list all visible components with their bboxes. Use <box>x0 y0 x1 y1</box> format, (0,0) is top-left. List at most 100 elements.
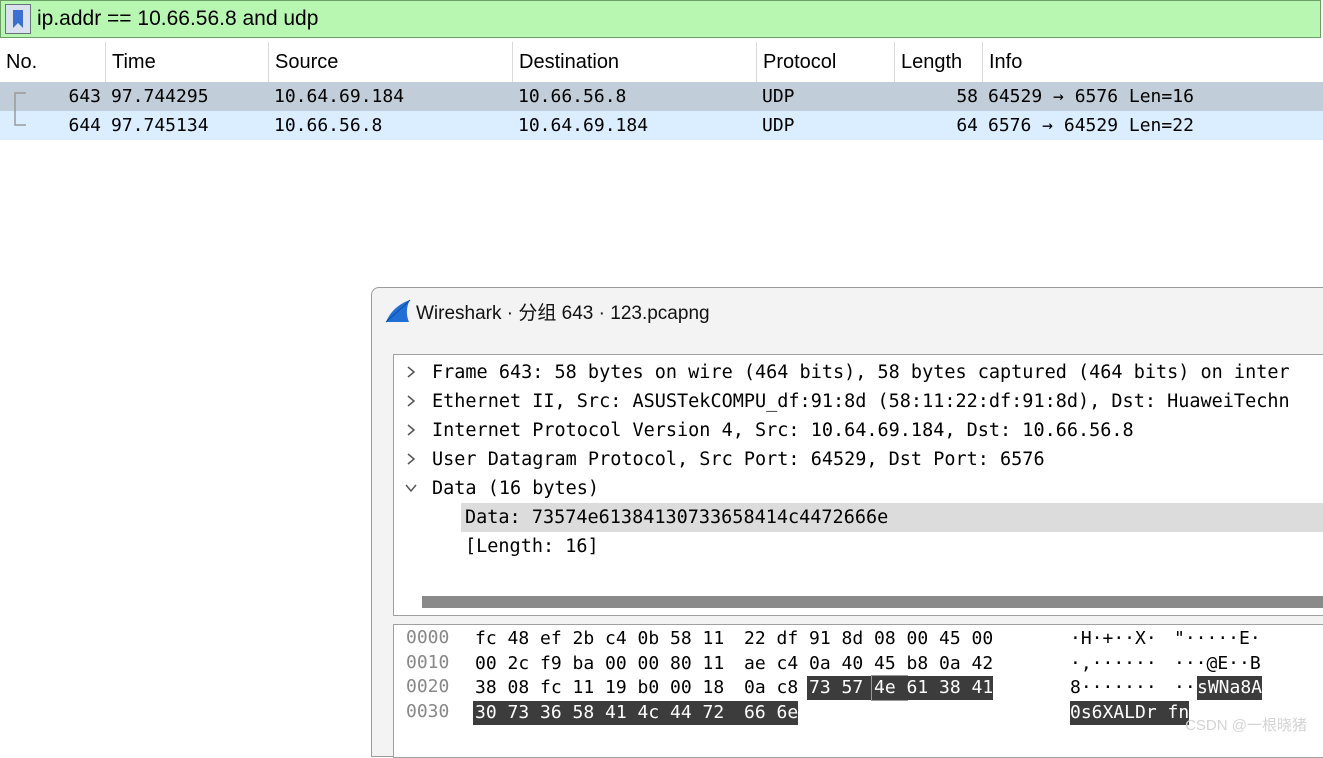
chevron-right-icon[interactable] <box>404 365 418 379</box>
hex-ascii[interactable]: "·····E· <box>1174 627 1261 651</box>
column-header-no[interactable]: No. <box>0 42 106 82</box>
hex-byte[interactable]: 73 <box>807 676 842 700</box>
hex-byte[interactable]: 66 <box>742 700 777 725</box>
watermark: CSDN @一根晓猪 <box>1185 717 1307 734</box>
packet-info: 64529 → 6576 Len=16 <box>988 86 1194 107</box>
hex-byte[interactable]: fc <box>475 627 497 651</box>
filter-input-text[interactable]: ip.addr == 10.66.56.8 and udp <box>37 7 318 31</box>
packet-time: 97.744295 <box>111 86 209 107</box>
tree-item-length[interactable]: [Length: 16] <box>394 532 1323 561</box>
column-header-source[interactable]: Source <box>269 42 513 82</box>
chevron-down-icon[interactable] <box>404 481 418 495</box>
column-header-time[interactable]: Time <box>106 42 269 82</box>
hex-byte[interactable]: 38 <box>475 676 497 700</box>
hex-byte[interactable]: 11 <box>703 627 725 651</box>
hex-byte[interactable]: b8 <box>907 652 929 676</box>
hex-byte[interactable]: 45 <box>874 652 896 676</box>
column-header-protocol[interactable]: Protocol <box>757 42 895 82</box>
hex-byte[interactable]: 0a <box>939 652 961 676</box>
tree-item-frame[interactable]: Frame 643: 58 bytes on wire (464 bits), … <box>394 358 1323 387</box>
hex-byte[interactable]: c4 <box>605 627 627 651</box>
hex-byte[interactable]: ae <box>744 652 766 676</box>
hex-ascii[interactable]: 8······· <box>1070 676 1157 700</box>
hex-dump-pane[interactable]: 0000 fc 48 ef 2b c4 0b 58 11 22 df 91 8d 08 00 45 00 ·H·+… <box>393 624 1323 758</box>
column-header-info[interactable]: Info <box>983 42 1323 82</box>
hex-byte[interactable]: 42 <box>972 652 994 676</box>
hex-ascii[interactable]: ·,······ <box>1070 652 1157 676</box>
hex-offset: 0020 <box>406 676 450 697</box>
hex-byte[interactable]: 08 <box>874 627 896 651</box>
hex-byte[interactable]: 11 <box>703 652 725 676</box>
hex-row: 0020 38 08 fc 11 19 b0 00 18 0a c8 73 57 4e 61 38 41 8···… <box>394 675 1323 701</box>
hex-byte[interactable]: c4 <box>777 652 799 676</box>
hex-byte[interactable]: 0b <box>638 627 660 651</box>
hex-byte[interactable]: 00 <box>670 676 692 700</box>
hex-byte[interactable]: 36 <box>538 700 573 725</box>
hex-byte[interactable]: 00 <box>638 652 660 676</box>
display-filter-bar[interactable]: ip.addr == 10.66.56.8 and udp <box>0 0 1321 38</box>
hex-byte[interactable]: c8 <box>777 676 799 700</box>
hex-byte[interactable]: 4e <box>871 675 908 701</box>
hex-byte[interactable]: df <box>777 627 799 651</box>
hex-byte[interactable]: 73 <box>505 700 540 725</box>
hex-byte[interactable]: f9 <box>540 652 562 676</box>
hex-byte[interactable]: 0a <box>809 652 831 676</box>
tree-item-data[interactable]: Data (16 bytes) <box>394 474 1323 503</box>
packet-row-643[interactable]: 643 97.744295 10.64.69.184 10.66.56.8 UD… <box>0 82 1323 112</box>
hex-byte[interactable]: 18 <box>703 676 725 700</box>
tree-item-label: Ethernet II, Src: ASUSTekCOMPU_df:91:8d … <box>432 391 1290 412</box>
chevron-right-icon[interactable] <box>404 423 418 437</box>
hex-byte[interactable]: 61 <box>904 676 939 700</box>
hex-byte[interactable]: 57 <box>839 676 874 700</box>
hex-byte[interactable]: 2c <box>508 652 530 676</box>
hex-byte[interactable]: 40 <box>842 652 864 676</box>
hex-byte[interactable]: 58 <box>670 627 692 651</box>
hex-byte[interactable]: 91 <box>809 627 831 651</box>
hex-byte[interactable]: 00 <box>972 627 994 651</box>
hex-byte[interactable]: ef <box>540 627 562 651</box>
hex-byte[interactable]: 2b <box>573 627 595 651</box>
hex-byte[interactable]: 41 <box>603 700 638 725</box>
hex-byte[interactable]: 22 <box>744 627 766 651</box>
column-header-length[interactable]: Length <box>895 42 983 82</box>
hex-byte[interactable]: 00 <box>605 652 627 676</box>
tree-item-ipv4[interactable]: Internet Protocol Version 4, Src: 10.64.… <box>394 416 1323 445</box>
hex-byte[interactable]: 8d <box>842 627 864 651</box>
hex-byte[interactable]: 30 <box>473 700 508 725</box>
hex-byte[interactable]: 38 <box>937 676 972 700</box>
hex-ascii-selected[interactable]: sWNa8A <box>1197 676 1263 700</box>
hex-byte[interactable]: 4c <box>635 700 670 725</box>
chevron-right-icon[interactable] <box>404 452 418 466</box>
column-header-destination[interactable]: Destination <box>513 42 757 82</box>
hex-byte[interactable]: 08 <box>508 676 530 700</box>
tree-item-udp[interactable]: User Datagram Protocol, Src Port: 64529,… <box>394 445 1323 474</box>
packet-details-tree[interactable]: Frame 643: 58 bytes on wire (464 bits), … <box>393 354 1323 616</box>
hex-byte[interactable]: 48 <box>508 627 530 651</box>
hex-byte[interactable]: 72 <box>700 700 744 725</box>
bookmark-icon[interactable] <box>5 4 31 34</box>
chevron-right-icon[interactable] <box>404 394 418 408</box>
hex-byte[interactable]: 80 <box>670 652 692 676</box>
packet-row-644[interactable]: 644 97.745134 10.66.56.8 10.64.69.184 UD… <box>0 111 1323 140</box>
tree-item-data-value[interactable]: Data: 73574e61384130733658414c4472666e <box>461 503 1323 532</box>
hex-ascii[interactable]: ·H·+··X· <box>1070 627 1157 651</box>
hex-byte[interactable]: 00 <box>475 652 497 676</box>
hex-byte[interactable]: 58 <box>570 700 605 725</box>
hex-byte[interactable]: b0 <box>638 676 660 700</box>
hex-byte[interactable]: 00 <box>907 627 929 651</box>
hex-byte[interactable]: 41 <box>969 676 993 700</box>
hex-byte[interactable]: 6e <box>774 700 798 725</box>
hex-byte[interactable]: fc <box>540 676 562 700</box>
tree-item-label: Data: 73574e61384130733658414c4472666e <box>465 507 889 528</box>
hex-byte[interactable]: 44 <box>668 700 703 725</box>
hex-byte[interactable]: 11 <box>573 676 595 700</box>
hex-byte[interactable]: 0a <box>744 676 766 700</box>
hex-byte[interactable]: ba <box>573 652 595 676</box>
hex-ascii[interactable]: ···@E··B <box>1174 652 1261 676</box>
hex-byte[interactable]: 19 <box>605 676 627 700</box>
hex-ascii[interactable]: ·· <box>1174 676 1196 700</box>
hex-byte[interactable]: 45 <box>939 627 961 651</box>
hex-ascii-selected[interactable]: 0s6XALDr fn <box>1070 700 1190 725</box>
tree-item-ethernet[interactable]: Ethernet II, Src: ASUSTekCOMPU_df:91:8d … <box>394 387 1323 416</box>
horizontal-scrollbar[interactable] <box>422 596 1323 608</box>
